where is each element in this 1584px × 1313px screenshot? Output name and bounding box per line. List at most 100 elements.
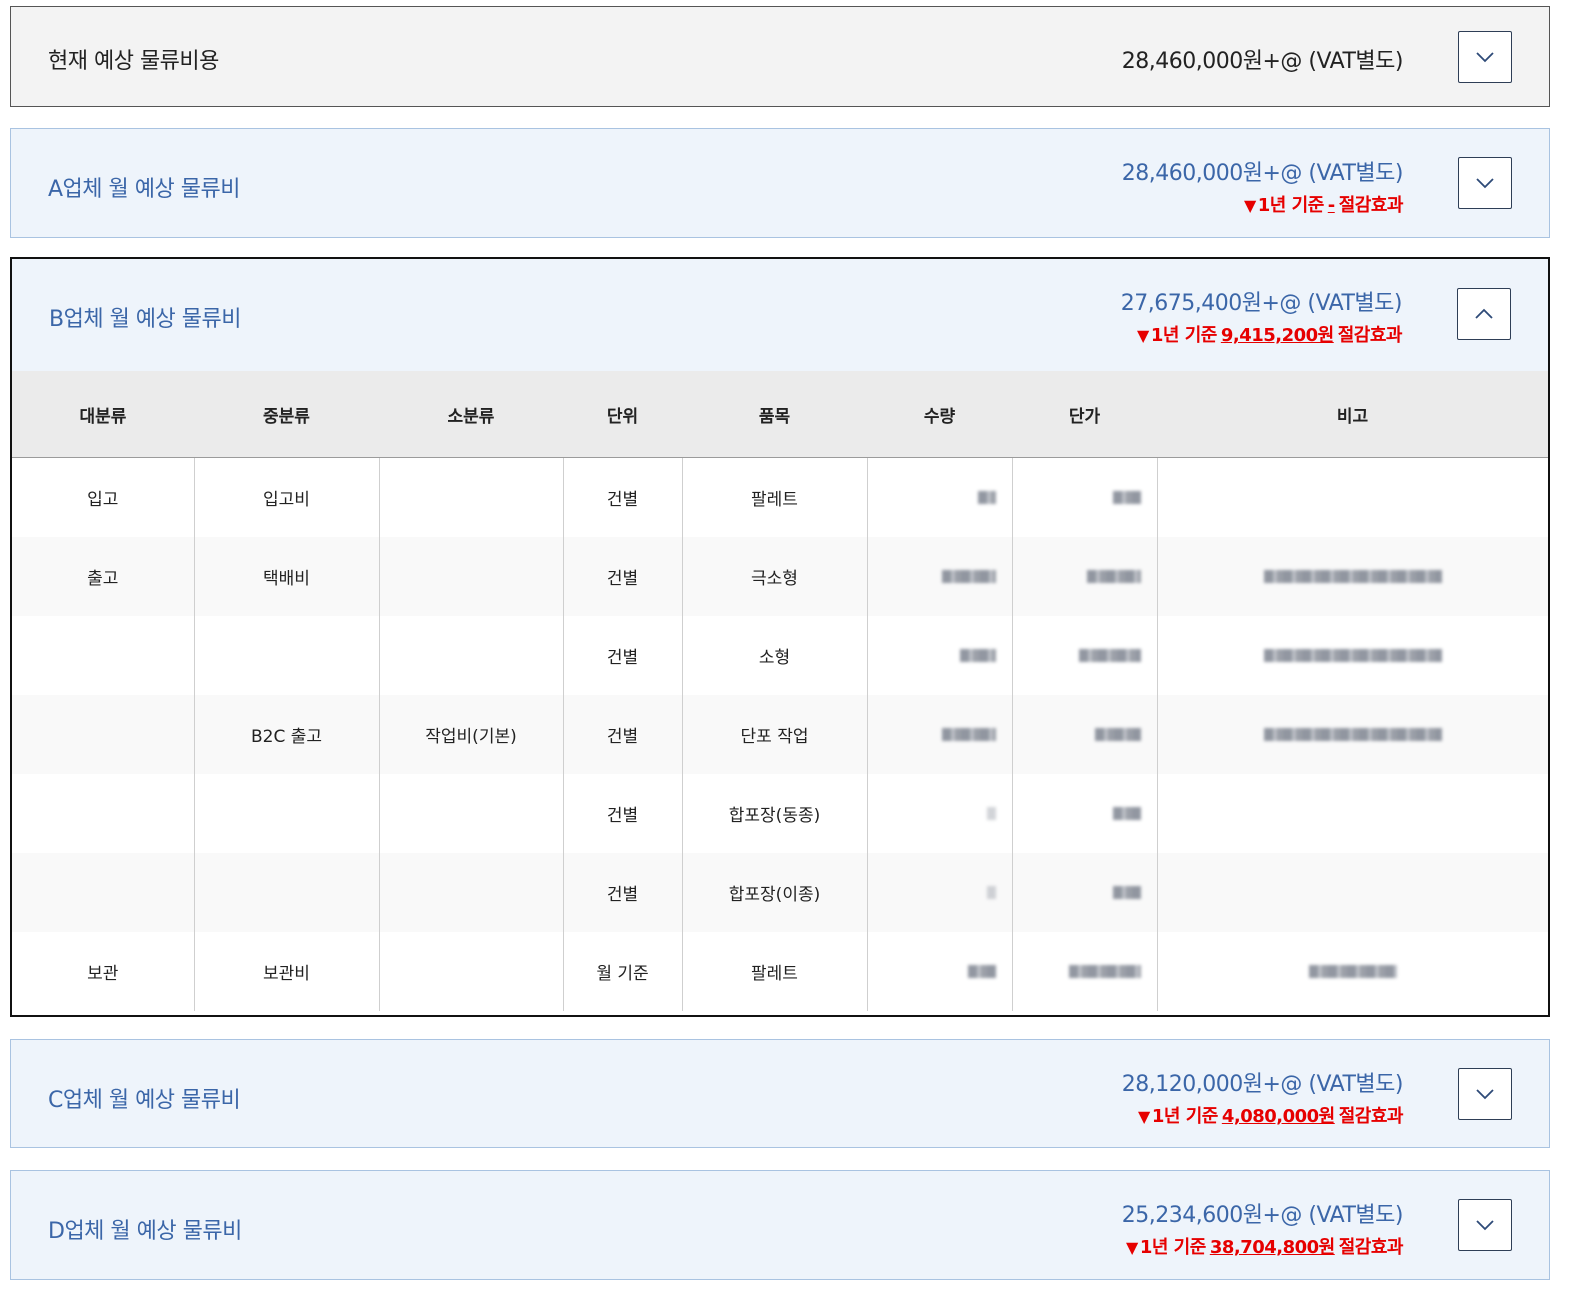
- redacted-value: [1094, 728, 1141, 741]
- col-header-unit: 단위: [563, 371, 682, 458]
- cell-minor: [378, 932, 563, 1011]
- chevron-up-icon: [1475, 308, 1493, 319]
- cell-price-redacted: [1011, 853, 1157, 932]
- cell-note-redacted: [1156, 695, 1548, 774]
- redacted-value: [1086, 570, 1141, 583]
- cell-minor: [378, 537, 563, 616]
- chevron-down-icon: [1476, 52, 1494, 63]
- cell-item: 팔레트: [681, 457, 867, 537]
- saving-prefix: 1년 기준: [1151, 1106, 1218, 1127]
- saving-suffix: 절감효과: [1338, 1237, 1404, 1258]
- vendor-b-amount: 27,675,400원+@ (VAT별도): [1120, 291, 1403, 316]
- col-header-price: 단가: [1012, 371, 1157, 458]
- vendor-d-toggle-button[interactable]: [1458, 1199, 1512, 1251]
- cell-item: 단포 작업: [681, 695, 867, 774]
- redacted-value: [941, 728, 996, 741]
- vendor-c-title: C업체 월 예상 물류비: [48, 1088, 241, 1113]
- table-row: 입고 입고비 건별 팔레트: [12, 457, 1548, 537]
- vendor-b-toggle-button[interactable]: [1457, 288, 1511, 340]
- cell-major: [12, 616, 194, 695]
- cell-mid: 보관비: [193, 932, 379, 1011]
- cell-price-redacted: [1011, 457, 1157, 537]
- vendor-b-saving: ▼ 1년 기준 9,415,200원 절감효과: [1137, 321, 1402, 347]
- vendor-a-title: A업체 월 예상 물류비: [48, 177, 240, 202]
- cell-mid: [193, 616, 379, 695]
- cell-qty-redacted: [866, 853, 1012, 932]
- vendor-a-amount: 28,460,000원+@ (VAT별도): [1121, 161, 1404, 186]
- redacted-value: [1263, 649, 1442, 662]
- vendor-c-saving: ▼ 1년 기준 4,080,000원 절감효과: [1138, 1102, 1403, 1128]
- cell-item: 합포장(이종): [681, 853, 867, 932]
- cell-major: [12, 774, 194, 853]
- cell-major: [12, 853, 194, 932]
- cell-qty-redacted: [866, 616, 1012, 695]
- cell-price-redacted: [1011, 695, 1157, 774]
- redacted-value: [959, 649, 996, 662]
- cell-unit: 월 기준: [562, 932, 682, 1011]
- redacted-value: [1112, 886, 1141, 899]
- redacted-value: [1263, 728, 1442, 741]
- vendor-d-title: D업체 월 예상 물류비: [48, 1219, 242, 1244]
- cell-qty-redacted: [866, 457, 1012, 537]
- vendor-d-panel: D업체 월 예상 물류비 25,234,600원+@ (VAT별도) ▼ 1년 기…: [10, 1170, 1550, 1280]
- cell-minor: [378, 774, 563, 853]
- vendor-b-panel: B업체 월 예상 물류비 27,675,400원+@ (VAT별도) ▼ 1년 기…: [10, 257, 1550, 1017]
- chevron-down-icon: [1476, 1089, 1494, 1100]
- col-header-note: 비고: [1157, 371, 1548, 458]
- current-cost-panel: 현재 예상 물류비용 28,460,000원+@ (VAT별도): [10, 6, 1550, 107]
- down-triangle-icon: ▼: [1138, 1107, 1150, 1126]
- down-triangle-icon: ▼: [1126, 1238, 1138, 1257]
- saving-value: -: [1327, 195, 1335, 216]
- cell-minor: [378, 853, 563, 932]
- chevron-down-icon: [1476, 1220, 1494, 1231]
- cell-item: 소형: [681, 616, 867, 695]
- current-cost-amount: 28,460,000원+@ (VAT별도): [1121, 49, 1404, 74]
- current-cost-toggle-button[interactable]: [1458, 31, 1512, 83]
- col-header-minor: 소분류: [379, 371, 563, 458]
- down-triangle-icon: ▼: [1243, 196, 1256, 215]
- vendor-b-title: B업체 월 예상 물류비: [49, 307, 242, 332]
- col-header-item: 품목: [682, 371, 867, 458]
- redacted-value: [941, 570, 996, 583]
- cell-mid: [193, 853, 379, 932]
- saving-prefix: 1년 기준: [1150, 325, 1217, 346]
- vendor-a-saving: ▼ 1년 기준 - 절감효과: [1243, 191, 1404, 217]
- cell-qty-redacted: [866, 774, 1012, 853]
- cell-major: 입고: [87, 490, 119, 510]
- cell-unit: 건별: [562, 537, 682, 616]
- cell-price-redacted: [1011, 932, 1157, 1011]
- cell-item: 합포장(동종): [681, 774, 867, 853]
- cell-qty-redacted: [866, 695, 1012, 774]
- chevron-down-icon: [1476, 178, 1494, 189]
- cell-price-redacted: [1011, 774, 1157, 853]
- cell-minor: 작업비(기본): [378, 695, 563, 774]
- cell-mid: 입고비: [193, 457, 379, 537]
- cell-mid: 택배비: [193, 537, 379, 616]
- cell-item: 극소형: [681, 537, 867, 616]
- table-row: B2C 출고 작업비(기본) 건별 단포 작업: [12, 695, 1548, 774]
- table-header-row: 대분류 중분류 소분류 단위 품목 수량 단가 비고: [12, 371, 1548, 458]
- redacted-value: [1308, 965, 1397, 978]
- cell-unit: 건별: [562, 695, 682, 774]
- cell-item: 팔레트: [681, 932, 867, 1011]
- vendor-c-toggle-button[interactable]: [1458, 1068, 1512, 1120]
- cell-unit: 건별: [562, 853, 682, 932]
- vendor-b-header[interactable]: B업체 월 예상 물류비 27,675,400원+@ (VAT별도) ▼ 1년 기…: [12, 259, 1548, 373]
- redacted-value: [977, 491, 996, 504]
- cell-price-redacted: [1011, 616, 1157, 695]
- table-row: 건별 소형: [12, 616, 1548, 695]
- redacted-value: [1263, 570, 1442, 583]
- cell-major: 출고: [12, 537, 194, 616]
- cell-note-redacted: [1156, 616, 1548, 695]
- redacted-value: [1112, 807, 1141, 820]
- vendor-b-cost-table: 대분류 중분류 소분류 단위 품목 수량 단가 비고 입고 입고비 건별 팔레트: [12, 371, 1548, 1011]
- cell-qty-redacted: [866, 537, 1012, 616]
- col-header-qty: 수량: [867, 371, 1012, 458]
- col-header-mid: 중분류: [194, 371, 379, 458]
- down-triangle-icon: ▼: [1137, 326, 1149, 345]
- col-header-major: 대분류: [12, 371, 194, 458]
- vendor-a-toggle-button[interactable]: [1458, 157, 1512, 209]
- saving-prefix: 1년 기준: [1257, 195, 1324, 216]
- cell-major: 보관: [87, 964, 119, 984]
- table-row: 출고 택배비 건별 극소형: [12, 537, 1548, 616]
